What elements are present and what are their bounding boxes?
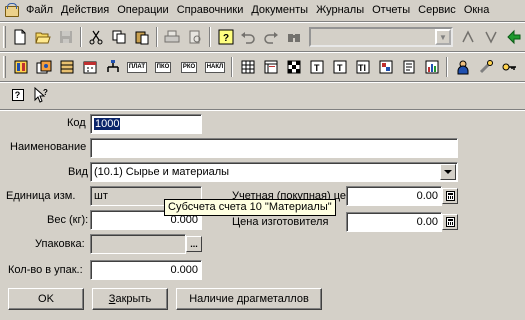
documents-stack-icon[interactable] [32, 56, 55, 78]
menu-bar: Файл Действия Операции Справочники Докум… [0, 0, 525, 20]
account-tree-icon[interactable] [101, 56, 124, 78]
chevron-down-icon[interactable] [440, 164, 456, 180]
green-arrow-icon[interactable] [502, 26, 525, 48]
invoice-button[interactable]: НАКЛ [202, 56, 228, 78]
ok-button[interactable]: OK [8, 288, 84, 310]
precious-metals-button[interactable]: Наличие драгметаллов [176, 288, 322, 310]
menu-file[interactable]: Файл [22, 0, 57, 20]
paste-icon[interactable] [130, 26, 153, 48]
name-label: Наименование [10, 141, 87, 153]
calculator-icon [445, 191, 455, 201]
text-report-3-icon[interactable]: Tl [351, 56, 374, 78]
checker-icon[interactable] [282, 56, 305, 78]
cut-icon[interactable] [85, 26, 108, 48]
calculator-button[interactable] [442, 188, 458, 204]
menu-operations[interactable]: Операции [113, 0, 172, 20]
book-icon[interactable] [55, 56, 78, 78]
calculator-icon [445, 217, 455, 227]
calendar-icon[interactable] [78, 56, 101, 78]
manufacturer-price-label: Цена изготовителя [232, 216, 329, 228]
colored-report-icon[interactable] [374, 56, 397, 78]
weight-label: Вес (кг): [47, 214, 89, 226]
user-icon[interactable] [451, 56, 474, 78]
text-report-2-icon[interactable]: T [328, 56, 351, 78]
print-preview-icon[interactable] [184, 26, 207, 48]
manufacturer-price-field[interactable]: 0.00 [346, 212, 442, 232]
find-prev-icon[interactable] [480, 26, 503, 48]
package-label: Упаковка: [35, 238, 85, 250]
text-report-icon[interactable]: T [305, 56, 328, 78]
browse-button[interactable]: ... [186, 236, 202, 252]
undo-icon[interactable] [237, 26, 260, 48]
journal-icon[interactable] [9, 56, 32, 78]
menu-actions[interactable]: Действия [57, 0, 113, 20]
menu-service[interactable]: Сервис [414, 0, 460, 20]
close-button[interactable]: Закрыть [92, 288, 168, 310]
toolbar-grip[interactable] [3, 56, 6, 78]
tools-icon[interactable] [474, 56, 497, 78]
package-field[interactable] [90, 234, 186, 254]
app-icon[interactable] [4, 2, 20, 18]
menu-reports[interactable]: Отчеты [368, 0, 414, 20]
svg-text:?: ? [43, 88, 48, 97]
payment-order-button[interactable]: ПЛАТ [124, 56, 150, 78]
open-folder-icon[interactable] [32, 26, 55, 48]
menu-references[interactable]: Справочники [173, 0, 248, 20]
document-report-icon[interactable] [397, 56, 420, 78]
help-context-icon[interactable]: ? [214, 26, 237, 48]
kind-label: Вид [68, 166, 88, 178]
svg-text:Tl: Tl [358, 63, 366, 73]
help-icon[interactable]: ? [6, 84, 29, 106]
search-combo[interactable]: ▼ [309, 27, 454, 47]
menu-journals[interactable]: Журналы [312, 0, 368, 20]
menu-windows[interactable]: Окна [460, 0, 494, 20]
name-field[interactable] [90, 138, 458, 158]
print-icon[interactable] [161, 26, 184, 48]
svg-text:?: ? [223, 33, 229, 44]
kind-select[interactable]: (10.1) Сырье и материалы [90, 162, 458, 182]
menu-documents[interactable]: Документы [247, 0, 312, 20]
unit-label: Единица изм. [6, 190, 76, 202]
find-next-icon[interactable] [457, 26, 480, 48]
toolbar-grip[interactable] [3, 26, 6, 48]
report-table-icon[interactable] [259, 56, 282, 78]
new-document-icon[interactable] [9, 26, 32, 48]
tooltip: Субсчета счета 10 "Материалы" [164, 199, 336, 216]
material-form: Код 1000 Наименование Вид (10.1) Сырье и… [0, 112, 525, 320]
redo-icon[interactable] [260, 26, 283, 48]
toolbar-help: ? ? [0, 83, 525, 107]
toolbar-standard: ? ▼ [0, 23, 525, 51]
calculator-button[interactable] [442, 214, 458, 230]
whats-this-icon[interactable]: ? [29, 84, 52, 106]
svg-text:T: T [314, 63, 320, 73]
key-icon[interactable] [497, 56, 520, 78]
bar-chart-icon[interactable] [420, 56, 443, 78]
expense-order-button[interactable]: РКО [176, 56, 202, 78]
chevron-down-icon[interactable]: ▼ [435, 29, 452, 45]
qty-per-package-field[interactable]: 0.000 [90, 260, 202, 280]
save-icon[interactable] [54, 26, 77, 48]
purchase-price-field[interactable]: 0.00 [346, 186, 442, 206]
code-label: Код [67, 117, 86, 129]
qty-per-package-label: Кол-во в упак.: [8, 264, 83, 276]
copy-icon[interactable] [108, 26, 131, 48]
svg-text:T: T [337, 63, 343, 73]
receipt-order-button[interactable]: ПКО [150, 56, 176, 78]
toolbar-documents: ПЛАТ ПКО РКО НАКЛ T T Tl [0, 53, 525, 81]
find-binoculars-icon[interactable] [282, 26, 305, 48]
table-grid-icon[interactable] [236, 56, 259, 78]
code-field[interactable]: 1000 [90, 114, 202, 134]
